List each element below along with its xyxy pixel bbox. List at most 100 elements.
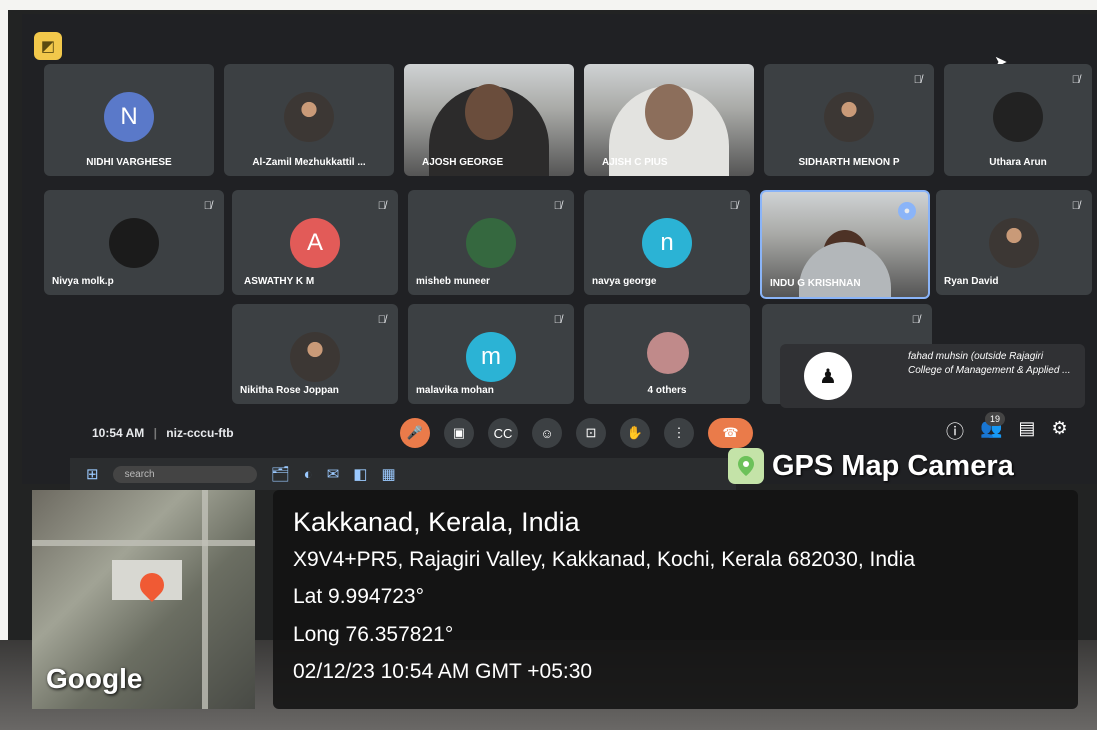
location-address: X9V4+PR5, Rajagiri Valley, Kakkanad, Koc… [293, 548, 916, 571]
participant-name: misheb muneer [416, 276, 490, 287]
avatar [993, 92, 1043, 142]
mic-muted-icon: 🎙̸ [553, 200, 562, 212]
participant-tile[interactable]: 🎙̸ Uthara Arun [944, 64, 1092, 176]
longitude: Long 76.357821° [293, 623, 454, 646]
participant-name: Ryan David [944, 276, 999, 287]
taskbar: ⊞ search 🗂 ◐ ✉ ◧ ▦ [70, 458, 736, 490]
latitude: Lat 9.994723° [293, 585, 425, 608]
google-logo: Google [46, 663, 143, 694]
location-title: Kakkanad, Kerala, India [293, 507, 580, 537]
avatar [647, 332, 689, 374]
map-road [32, 540, 255, 546]
participant-tile[interactable]: 🎙̸ Ryan David [936, 190, 1092, 295]
location-map[interactable]: Google [32, 490, 255, 709]
participant-video-tile[interactable]: AJISH C PIUS [584, 64, 754, 176]
participant-name: ASWATHY K M [244, 276, 315, 287]
map-road [202, 490, 208, 709]
avatar [989, 218, 1039, 268]
meeting-controls: 🎤 ▣ CC ☺ ⊡ ✋ ⋮ ☎ [400, 418, 753, 448]
mic-muted-icon: 🎙̸ [203, 200, 212, 212]
participant-tile[interactable]: 🎙̸ m malavika mohan [408, 304, 574, 404]
presenter-avatar: ♟ [804, 352, 852, 400]
participant-tile[interactable]: Al-Zamil Mezhukkattil ... [224, 64, 394, 176]
separator: | [153, 426, 157, 440]
avatar: m [466, 332, 516, 382]
participant-tile[interactable]: 4 others [584, 304, 750, 404]
activities-icon[interactable]: ⚙ [1051, 418, 1067, 444]
participant-name: navya george [592, 276, 657, 287]
right-controls: ⓘ 👥 ▤ ⚙ [946, 418, 1068, 444]
avatar [466, 218, 516, 268]
participant-count-badge: 19 [985, 412, 1006, 426]
meeting-screen: ◩ ➤ N NIDHI VARGHESE Al-Zamil Mezhukkatt… [22, 14, 1097, 484]
presenter-name: fahad muhsin (outside Rajagiri College o… [908, 351, 1071, 376]
participant-name: malavika mohan [416, 385, 494, 396]
avatar: N [104, 92, 154, 142]
word-icon[interactable]: ▦ [381, 465, 395, 483]
participant-name: Nikitha Rose Joppan [240, 385, 339, 396]
raise-hand-button[interactable]: ✋ [620, 418, 650, 448]
avatar: n [642, 218, 692, 268]
mic-button[interactable]: 🎤 [400, 418, 430, 448]
participant-name: SIDHARTH MENON P [798, 157, 900, 168]
video-head [465, 84, 513, 140]
photo-background: ◩ ➤ N NIDHI VARGHESE Al-Zamil Mezhukkatt… [0, 0, 1097, 730]
avatar: A [290, 218, 340, 268]
search-input[interactable]: search [112, 465, 257, 483]
presenter-card[interactable]: ♟ fahad muhsin (outside Rajagiri College… [780, 344, 1085, 408]
video-head [645, 84, 693, 140]
windows-start-icon[interactable]: ⊞ [86, 465, 99, 483]
mic-muted-icon: 🎙̸ [913, 74, 922, 86]
participant-tile[interactable]: N NIDHI VARGHESE [44, 64, 214, 176]
mic-muted-icon: 🎙̸ [377, 314, 386, 326]
store-icon[interactable]: ◧ [353, 465, 367, 483]
mic-muted-icon: 🎙̸ [729, 200, 738, 212]
present-button[interactable]: ⊡ [576, 418, 606, 448]
participant-tile[interactable]: 🎙̸ SIDHARTH MENON P [764, 64, 934, 176]
participant-tile[interactable]: 🎙̸ Nivya molk.p [44, 190, 224, 295]
gps-info-overlay: Kakkanad, Kerala, India X9V4+PR5, Rajagi… [273, 490, 1078, 709]
meeting-info: 10:54 AM | niz-cccu-ftb [92, 426, 234, 440]
participant-name: AJOSH GEORGE [422, 157, 504, 168]
participant-tile[interactable]: 🎙̸ misheb muneer [408, 190, 574, 295]
mic-muted-icon: 🎙̸ [911, 314, 920, 326]
meeting-code: niz-cccu-ftb [166, 426, 234, 440]
emoji-button[interactable]: ☺ [532, 418, 562, 448]
participant-video-tile[interactable]: ● INDU G KRISHNAN [760, 190, 930, 299]
participant-name: Al-Zamil Mezhukkattil ... [252, 157, 366, 168]
avatar [290, 332, 340, 382]
mic-muted-icon: 🎙̸ [1071, 200, 1080, 212]
mail-icon[interactable]: ✉ [327, 465, 340, 483]
mic-muted-icon: 🎙̸ [377, 200, 386, 212]
avatar [109, 218, 159, 268]
participant-name: INDU G KRISHNAN [770, 278, 861, 289]
participant-name: AJISH C PIUS [602, 157, 668, 168]
participant-tile[interactable]: 🎙̸ A ASWATHY K M [232, 190, 398, 295]
end-call-button[interactable]: ☎ [708, 418, 753, 448]
participant-name: Uthara Arun [989, 157, 1047, 168]
files-icon[interactable]: 🗂 [271, 465, 290, 483]
participant-tile[interactable]: 🎙̸ n navya george [584, 190, 750, 295]
mic-muted-icon: 🎙̸ [1071, 74, 1080, 86]
participant-tile[interactable]: 🎙̸ Nikitha Rose Joppan [232, 304, 398, 404]
avatar [824, 92, 874, 142]
chat-icon[interactable]: ▤ [1018, 418, 1035, 444]
gps-camera-label: GPS Map Camera [728, 448, 1014, 484]
info-icon[interactable]: ⓘ [946, 418, 964, 444]
camera-button[interactable]: ▣ [444, 418, 474, 448]
more-options-button[interactable]: ⋮ [664, 418, 694, 448]
participant-name: NIDHI VARGHESE [86, 157, 172, 168]
map-pin-icon [728, 448, 764, 484]
avatar [284, 92, 334, 142]
participant-name: Nivya molk.p [52, 276, 114, 287]
speaking-icon: ● [898, 202, 916, 220]
gps-app-name: GPS Map Camera [772, 449, 1014, 482]
browser-icon[interactable]: ◐ [304, 466, 313, 483]
mic-muted-icon: 🎙̸ [553, 314, 562, 326]
timestamp: 02/12/23 10:54 AM GMT +05:30 [293, 660, 593, 683]
meeting-app-icon[interactable]: ◩ [34, 32, 62, 60]
participant-name: 4 others [647, 385, 687, 396]
participant-video-tile[interactable]: AJOSH GEORGE [404, 64, 574, 176]
captions-button[interactable]: CC [488, 418, 518, 448]
meeting-time: 10:54 AM [92, 426, 145, 440]
